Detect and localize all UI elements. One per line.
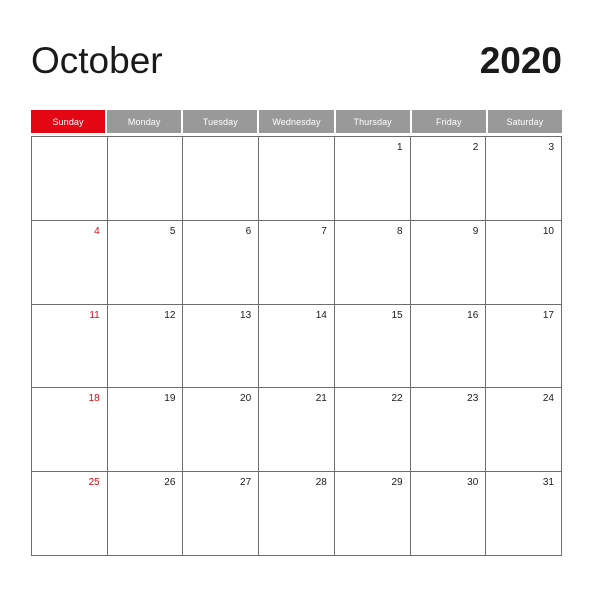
day-cell[interactable]: 12 — [107, 304, 184, 389]
day-number: 28 — [315, 477, 327, 489]
day-cell[interactable]: 31 — [486, 472, 562, 556]
day-number: 10 — [542, 225, 554, 237]
day-number: 27 — [240, 477, 252, 489]
day-cell[interactable]: 3 — [486, 137, 562, 221]
day-cell[interactable]: 20 — [183, 388, 260, 473]
day-number: 20 — [240, 393, 252, 405]
day-cell[interactable]: 15 — [334, 304, 411, 389]
day-cell[interactable]: 25 — [32, 472, 108, 556]
day-cell[interactable]: 19 — [107, 388, 184, 473]
weekday-header-sunday: Sunday — [31, 110, 106, 133]
day-number: 4 — [94, 225, 100, 237]
day-number: 15 — [391, 309, 403, 321]
day-cell[interactable]: 21 — [259, 388, 335, 473]
day-cell[interactable]: 26 — [107, 472, 184, 556]
day-number: 5 — [169, 225, 176, 237]
day-number: 1 — [397, 142, 403, 153]
weekday-header-row: Sunday Monday Tuesday Wednesday Thursday Frid… — [31, 110, 562, 133]
day-number: 13 — [240, 309, 252, 321]
day-number: 29 — [391, 477, 403, 489]
day-number: 25 — [88, 477, 100, 489]
day-number: 19 — [164, 393, 176, 405]
day-cell[interactable]: 22 — [334, 388, 411, 473]
day-number: 31 — [542, 477, 554, 489]
weekday-header-wednesday: Wednesday — [259, 110, 334, 133]
calendar-page: October 2020 Sunday Monday Tuesday Wednesda… — [0, 0, 600, 600]
weekday-header-friday: Friday — [411, 110, 486, 133]
weekday-header-monday: Monday — [107, 110, 182, 133]
calendar-title-row: October 2020 — [31, 34, 562, 86]
day-number: 8 — [397, 225, 403, 237]
day-cell[interactable]: 16 — [410, 304, 487, 389]
day-cell[interactable]: 18 — [32, 388, 108, 473]
day-cell[interactable] — [259, 137, 335, 221]
day-cell[interactable]: 4 — [32, 220, 108, 305]
day-cell[interactable]: 2 — [410, 137, 487, 221]
year-title: 2020 — [479, 39, 562, 81]
day-cell[interactable]: 23 — [410, 388, 487, 473]
weekday-header-thursday: Thursday — [335, 110, 410, 133]
day-number: 21 — [315, 393, 327, 405]
day-number: 23 — [467, 393, 479, 405]
month-title: October — [31, 39, 163, 81]
day-cell[interactable]: 28 — [259, 472, 335, 556]
day-number: 17 — [542, 309, 554, 321]
day-number: 26 — [164, 477, 176, 489]
day-number: 9 — [472, 225, 479, 237]
day-cell[interactable]: 7 — [259, 220, 335, 305]
day-number: 6 — [245, 225, 252, 237]
day-number: 2 — [472, 142, 479, 153]
day-cell[interactable] — [32, 137, 108, 221]
day-number: 3 — [548, 142, 554, 153]
day-cell[interactable]: 24 — [486, 388, 562, 473]
day-grid: 1 2 3 4 5 6 7 8 9 10 11 12 13 14 15 16 17 18 19 20 21 22 23 24 2… — [31, 136, 562, 556]
day-number: 12 — [164, 309, 176, 321]
day-number: 30 — [467, 477, 479, 489]
day-number: 16 — [467, 309, 479, 321]
day-cell[interactable]: 29 — [334, 472, 411, 556]
day-cell[interactable]: 14 — [259, 304, 335, 389]
day-cell[interactable]: 5 — [107, 220, 184, 305]
day-number: 18 — [88, 393, 100, 405]
day-cell[interactable]: 10 — [486, 220, 562, 305]
day-cell[interactable]: 13 — [183, 304, 260, 389]
day-cell[interactable]: 8 — [334, 220, 411, 305]
day-number: 22 — [391, 393, 403, 405]
day-cell[interactable]: 11 — [32, 304, 108, 389]
day-number: 14 — [315, 309, 327, 321]
day-cell[interactable] — [107, 137, 184, 221]
weekday-header-saturday: Saturday — [487, 110, 562, 133]
weekday-header-tuesday: Tuesday — [183, 110, 258, 133]
day-cell[interactable]: 17 — [486, 304, 562, 389]
day-number: 11 — [89, 309, 100, 321]
day-cell[interactable] — [183, 137, 260, 221]
day-cell[interactable]: 1 — [334, 137, 411, 221]
day-cell[interactable]: 9 — [410, 220, 487, 305]
day-number: 7 — [321, 225, 327, 237]
day-cell[interactable]: 30 — [410, 472, 487, 556]
day-cell[interactable]: 6 — [183, 220, 260, 305]
day-number: 24 — [542, 393, 554, 405]
day-cell[interactable]: 27 — [183, 472, 260, 556]
